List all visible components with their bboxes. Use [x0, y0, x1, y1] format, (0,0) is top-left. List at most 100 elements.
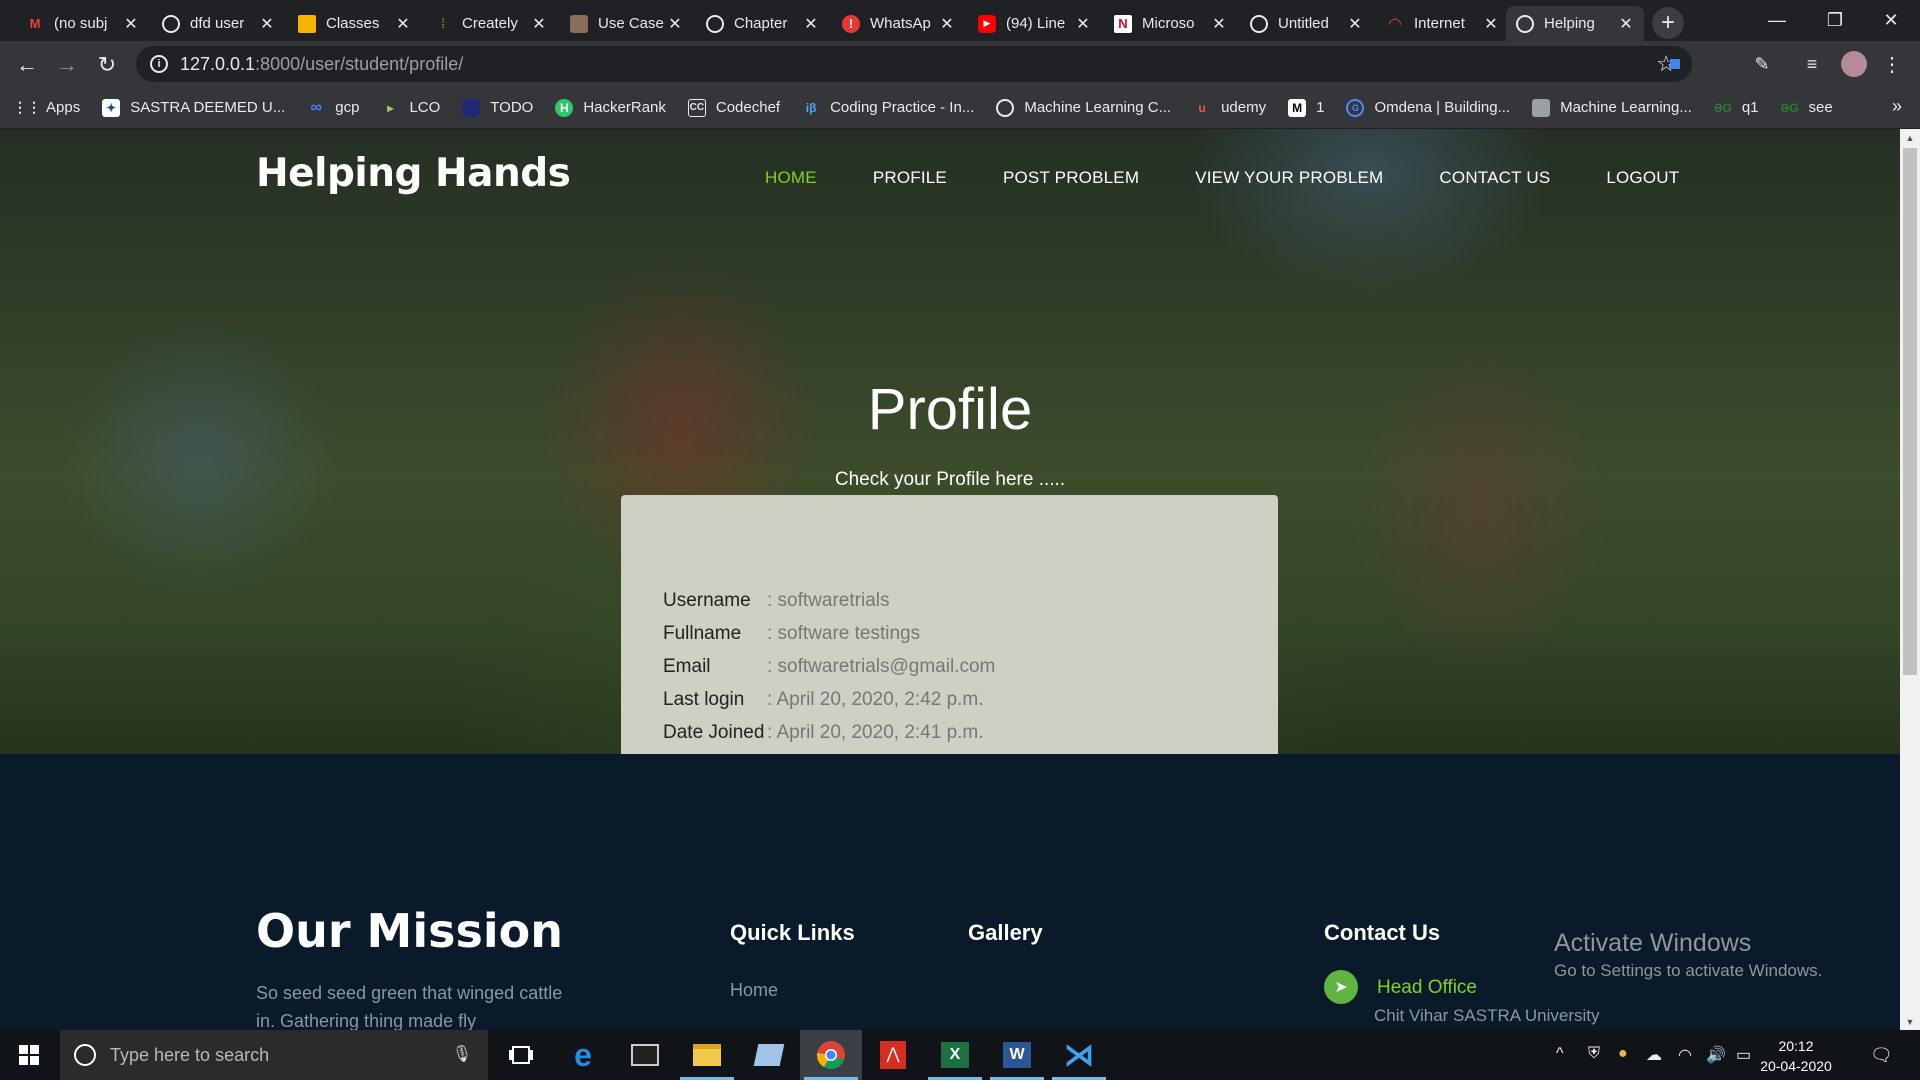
taskbar-search[interactable]: Type here to search 🎙: [60, 1030, 488, 1080]
wifi-icon[interactable]: ◠: [1678, 1045, 1692, 1065]
tray-app-icon[interactable]: ●: [1618, 1045, 1628, 1063]
cortana-icon: [74, 1044, 96, 1066]
udemy-icon: u: [1198, 100, 1206, 115]
tab-gmail[interactable]: M (no subj ✕: [16, 6, 149, 41]
taskbar-acrobat[interactable]: ⋀: [862, 1030, 924, 1080]
profile-value: : software testings: [767, 623, 921, 644]
nav-home[interactable]: HOME: [765, 168, 817, 188]
bookmark-sastra[interactable]: ✦ SASTRA DEEMED U...: [102, 98, 285, 117]
nav-profile[interactable]: PROFILE: [873, 168, 947, 188]
hackerrank-icon: H: [555, 98, 574, 117]
nav-view-problem[interactable]: VIEW YOUR PROBLEM: [1195, 168, 1383, 188]
close-icon[interactable]: ✕: [123, 14, 139, 34]
tab-internet[interactable]: ◠ Internet ✕: [1376, 6, 1509, 41]
clock-time: 20:12: [1778, 1038, 1814, 1054]
nav-contact[interactable]: CONTACT US: [1439, 168, 1550, 188]
taskbar-terminal[interactable]: [614, 1030, 676, 1080]
bookmark-codechef[interactable]: CC Codechef: [687, 98, 780, 117]
taskbar-excel[interactable]: X: [924, 1030, 986, 1080]
site-logo[interactable]: Helping Hands: [256, 151, 571, 196]
info-icon[interactable]: i: [150, 55, 168, 73]
bookmark-hackerrank[interactable]: H HackerRank: [555, 98, 666, 117]
start-button[interactable]: [0, 1030, 58, 1080]
bookmark-apps[interactable]: ⋮⋮ Apps: [13, 99, 80, 117]
footer-quick-links-title: Quick Links: [730, 920, 855, 945]
bookmark-q1[interactable]: ƏG q1: [1714, 99, 1759, 117]
tray-chevron-up-icon[interactable]: ^: [1556, 1045, 1564, 1063]
tab-dfd[interactable]: dfd user ✕: [152, 6, 285, 41]
chrome-icon: [816, 1041, 845, 1069]
media-controls-icon[interactable]: ≡: [1800, 52, 1824, 76]
taskbar-word[interactable]: W: [986, 1030, 1048, 1080]
tab-chapter[interactable]: Chapter ✕: [696, 6, 829, 41]
bookmark-ml-course[interactable]: Machine Learning C...: [996, 98, 1171, 117]
scroll-down-icon[interactable]: ▼: [1900, 1013, 1920, 1030]
microphone-icon[interactable]: 🎙: [452, 1044, 472, 1064]
nav-logout[interactable]: LOGOUT: [1606, 168, 1679, 188]
tab-youtube[interactable]: ▶ (94) Line ✕: [968, 6, 1101, 41]
taskbar-app-blue[interactable]: [738, 1030, 800, 1080]
close-icon[interactable]: ✕: [1347, 14, 1363, 34]
page-scrollbar[interactable]: ▲ ▼: [1900, 129, 1920, 1030]
tab-creately[interactable]: ⁞ Creately ✕: [424, 6, 557, 41]
tab-untitled[interactable]: Untitled ✕: [1240, 6, 1373, 41]
new-tab-button[interactable]: +: [1652, 7, 1684, 39]
taskbar-edge[interactable]: e: [552, 1030, 614, 1080]
footer-link-home[interactable]: Home: [730, 980, 778, 1001]
taskbar-vscode[interactable]: ⋊: [1048, 1030, 1110, 1080]
bookmark-todo[interactable]: TODO: [462, 98, 533, 117]
bookmark-coding-practice[interactable]: iβ Coding Practice - In...: [802, 99, 975, 117]
forward-button[interactable]: →: [50, 48, 84, 82]
scroll-up-icon[interactable]: ▲: [1900, 129, 1920, 146]
bookmark-see[interactable]: ƏG see: [1781, 99, 1833, 117]
battery-icon[interactable]: ▭: [1736, 1045, 1751, 1065]
gmail-icon: M: [29, 16, 41, 31]
notifications-icon[interactable]: 🗨: [1870, 1045, 1893, 1066]
volume-icon[interactable]: 🔊: [1706, 1045, 1726, 1065]
minimize-button[interactable]: —: [1748, 0, 1806, 41]
bookmark-lco[interactable]: ▸ LCO: [381, 99, 440, 117]
tab-whatsapp[interactable]: ! WhatsAp ✕: [832, 6, 965, 41]
close-icon[interactable]: ✕: [531, 14, 547, 34]
tab-helping-active[interactable]: Helping ✕: [1506, 6, 1644, 41]
close-icon[interactable]: ✕: [395, 14, 411, 34]
taskbar-clock[interactable]: 20:12 20-04-2020: [1760, 1036, 1832, 1076]
defender-shield-icon[interactable]: ⛨: [1588, 1045, 1600, 1063]
tab-microsoft[interactable]: N Microso ✕: [1104, 6, 1237, 41]
tab-classes[interactable]: Classes ✕: [288, 6, 421, 41]
taskbar-chrome[interactable]: [800, 1030, 862, 1080]
close-icon[interactable]: ✕: [259, 14, 275, 34]
chevron-more-icon[interactable]: »: [1892, 96, 1902, 117]
url-text[interactable]: 127.0.0.1:8000/user/student/profile/: [180, 54, 463, 75]
bookmark-ml[interactable]: Machine Learning...: [1532, 98, 1692, 117]
tab-usecase[interactable]: Use Case ✕: [560, 6, 693, 41]
menu-kebab-icon[interactable]: ⋮: [1882, 52, 1902, 76]
close-icon[interactable]: ✕: [667, 14, 683, 34]
back-button[interactable]: ←: [10, 48, 44, 82]
page-viewport: Helping Hands HOME PROFILE POST PROBLEM …: [0, 129, 1900, 1030]
extension-pen-icon[interactable]: ✎: [1750, 52, 1774, 76]
close-icon[interactable]: ✕: [939, 14, 955, 34]
nav-post-problem[interactable]: POST PROBLEM: [1003, 168, 1139, 188]
minimize-icon: —: [1768, 10, 1786, 30]
bookmark-medium[interactable]: M1: [1288, 98, 1324, 117]
task-view-button[interactable]: [490, 1030, 552, 1080]
close-icon[interactable]: ✕: [1211, 14, 1227, 34]
close-icon[interactable]: ✕: [803, 14, 819, 34]
bookmark-gcp[interactable]: ∞ gcp: [307, 99, 360, 117]
bookmark-omdena[interactable]: G Omdena | Building...: [1346, 98, 1510, 117]
address-bar[interactable]: i 127.0.0.1:8000/user/student/profile/ ☆: [136, 46, 1692, 82]
extension-blue-icon[interactable]: [1668, 52, 1682, 76]
globe-icon: [162, 14, 180, 33]
close-icon[interactable]: ✕: [1075, 14, 1091, 34]
onedrive-icon[interactable]: ☁: [1646, 1045, 1662, 1065]
scroll-thumb[interactable]: [1903, 148, 1917, 675]
reload-button[interactable]: ↻: [90, 48, 124, 82]
close-icon[interactable]: ✕: [1483, 14, 1499, 34]
close-window-button[interactable]: ✕: [1862, 0, 1920, 41]
bookmark-udemy[interactable]: u udemy: [1193, 99, 1266, 117]
avatar[interactable]: [1840, 51, 1868, 77]
restore-button[interactable]: ❐: [1806, 0, 1864, 41]
taskbar-explorer[interactable]: [676, 1030, 738, 1080]
close-icon[interactable]: ✕: [1618, 14, 1634, 34]
